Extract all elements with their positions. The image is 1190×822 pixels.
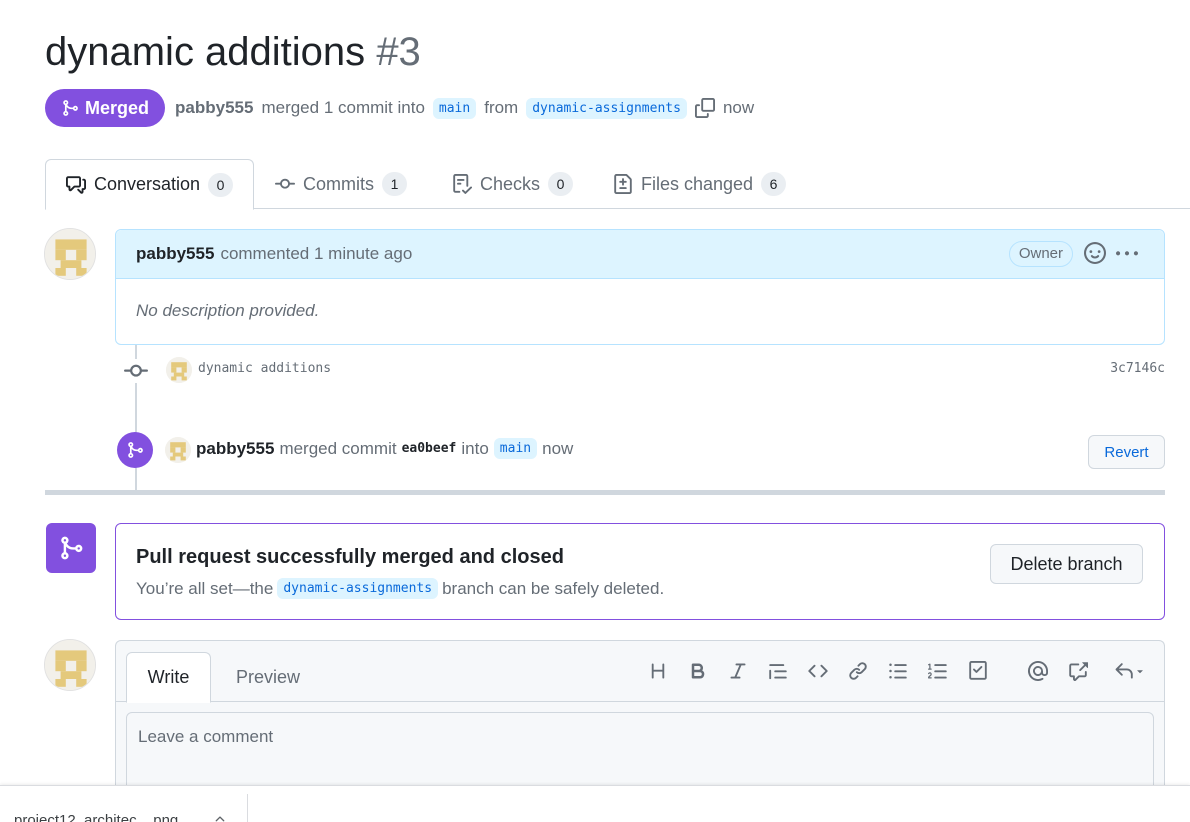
task-list-icon[interactable] xyxy=(966,659,990,683)
pr-number: #3 xyxy=(376,30,421,74)
merge-status-icon xyxy=(46,523,96,573)
avatar[interactable] xyxy=(44,228,96,280)
avatar[interactable] xyxy=(44,639,96,691)
deletable-branch-label[interactable]: dynamic-assignments xyxy=(277,578,439,599)
tab-commits[interactable]: Commits 1 xyxy=(275,159,407,209)
git-commit-icon xyxy=(124,359,148,383)
merge-author-link[interactable]: pabby555 xyxy=(196,439,274,459)
add-reaction-button[interactable] xyxy=(1084,242,1108,266)
file-diff-icon xyxy=(614,174,632,194)
comment-timestamp[interactable]: commented 1 minute ago xyxy=(220,244,412,264)
tab-conversation-label: Conversation xyxy=(94,174,201,194)
tab-commits-count: 1 xyxy=(382,172,407,196)
git-merge-icon xyxy=(117,432,153,468)
merge-target-branch[interactable]: main xyxy=(493,438,538,459)
ordered-list-icon[interactable] xyxy=(926,659,950,683)
tab-checks-label: Checks xyxy=(480,173,541,194)
unordered-list-icon[interactable] xyxy=(886,659,910,683)
tab-conversation-count: 0 xyxy=(208,172,234,197)
tab-checks[interactable]: Checks 0 xyxy=(452,159,574,209)
tab-preview[interactable]: Preview xyxy=(236,652,300,702)
merge-status-subtitle: You’re all set—the dynamic-assignments b… xyxy=(136,578,664,599)
merged-state-badge: Merged xyxy=(45,89,166,127)
comment-discussion-icon xyxy=(66,175,86,194)
tab-conversation[interactable]: Conversation 0 xyxy=(45,159,255,210)
timeline-divider xyxy=(45,490,1165,495)
merge-time: now xyxy=(542,438,574,458)
delete-branch-button[interactable]: Delete branch xyxy=(990,544,1143,584)
copy-icon[interactable] xyxy=(694,98,715,118)
pr-time: now xyxy=(722,98,755,117)
kebab-horizontal-icon xyxy=(1116,251,1138,256)
comment-options-button[interactable] xyxy=(1116,243,1140,267)
identicon-icon xyxy=(45,640,95,690)
timeline-merged-event: pabby555 merged commit ea0beef into main… xyxy=(117,430,1165,470)
heading-icon[interactable] xyxy=(646,659,670,683)
tab-commits-label: Commits xyxy=(303,173,374,194)
comment-header: pabby555 commented 1 minute ago xyxy=(116,230,1164,279)
checklist-icon xyxy=(453,174,472,194)
merge-status-text-2: branch can be safely deleted. xyxy=(442,578,665,598)
reply-icon[interactable] xyxy=(1112,659,1148,683)
identicon-icon xyxy=(165,437,191,463)
git-merge-icon xyxy=(63,100,78,116)
tab-files-changed[interactable]: Files changed 6 xyxy=(613,159,787,209)
comment-author[interactable]: pabby555 xyxy=(136,244,214,264)
tab-files-changed-count: 6 xyxy=(761,172,787,196)
mention-icon[interactable] xyxy=(1026,659,1050,683)
merge-author-avatar[interactable] xyxy=(165,437,191,463)
pr-description-comment: pabby555 commented 1 minute ago Owner No… xyxy=(115,229,1165,345)
merge-status-title: Pull request successfully merged and clo… xyxy=(136,546,564,568)
commit-sha-link[interactable]: 3c7146c xyxy=(1110,361,1165,376)
merge-commit-sha-link[interactable]: ea0beef xyxy=(402,441,457,456)
git-commit-icon xyxy=(275,178,295,189)
git-merge-icon xyxy=(61,536,83,560)
pr-title-text: dynamic additions xyxy=(45,30,366,74)
link-icon[interactable] xyxy=(846,659,870,683)
commit-message-link[interactable]: dynamic additions xyxy=(198,361,331,376)
identicon-icon xyxy=(166,357,192,383)
merged-state-label: Merged xyxy=(85,97,150,118)
commit-author-avatar[interactable] xyxy=(166,357,192,383)
download-separator xyxy=(247,794,248,822)
from-text: from xyxy=(484,98,519,117)
chevron-up-icon[interactable] xyxy=(213,812,227,822)
pr-meta: Merged pabby555 merged 1 commit into mai… xyxy=(45,89,754,127)
pr-title: dynamic additions #3 xyxy=(45,30,421,75)
bold-icon[interactable] xyxy=(686,659,710,683)
identicon-icon xyxy=(45,229,95,279)
pr-action-text: merged 1 commit into xyxy=(261,98,425,117)
merged-commit-text: merged commit xyxy=(279,438,397,458)
smiley-icon xyxy=(1084,242,1106,264)
code-icon[interactable] xyxy=(806,659,830,683)
tab-checks-count: 0 xyxy=(548,172,574,196)
cross-reference-icon[interactable] xyxy=(1066,659,1090,683)
tab-write[interactable]: Write xyxy=(126,652,211,703)
pr-tabs: Conversation 0 Commits 1 Checks 0 Files … xyxy=(45,159,1190,210)
download-filename[interactable]: project12_architec....png xyxy=(14,812,178,822)
merged-event-text: pabby555 merged commit ea0beef into main… xyxy=(196,438,573,459)
revert-button[interactable]: Revert xyxy=(1088,435,1165,469)
tab-files-changed-label: Files changed xyxy=(641,173,754,194)
head-branch-label[interactable]: dynamic-assignments xyxy=(526,97,687,119)
base-branch-label[interactable]: main xyxy=(432,97,477,119)
comment-body: No description provided. xyxy=(136,301,320,320)
download-bar: project12_architec....png xyxy=(0,785,1190,822)
owner-badge: Owner xyxy=(1008,241,1073,267)
merge-status-text-1: You’re all set—the xyxy=(136,578,274,598)
triangle-down-icon xyxy=(1137,670,1143,674)
timeline-commit: dynamic additions 3c7146c xyxy=(120,356,1165,384)
pr-author-link[interactable]: pabby555 xyxy=(175,98,253,118)
into-text: into xyxy=(461,438,489,458)
quote-icon[interactable] xyxy=(766,659,790,683)
italic-icon[interactable] xyxy=(726,659,750,683)
merge-status-box: Pull request successfully merged and clo… xyxy=(115,523,1165,620)
